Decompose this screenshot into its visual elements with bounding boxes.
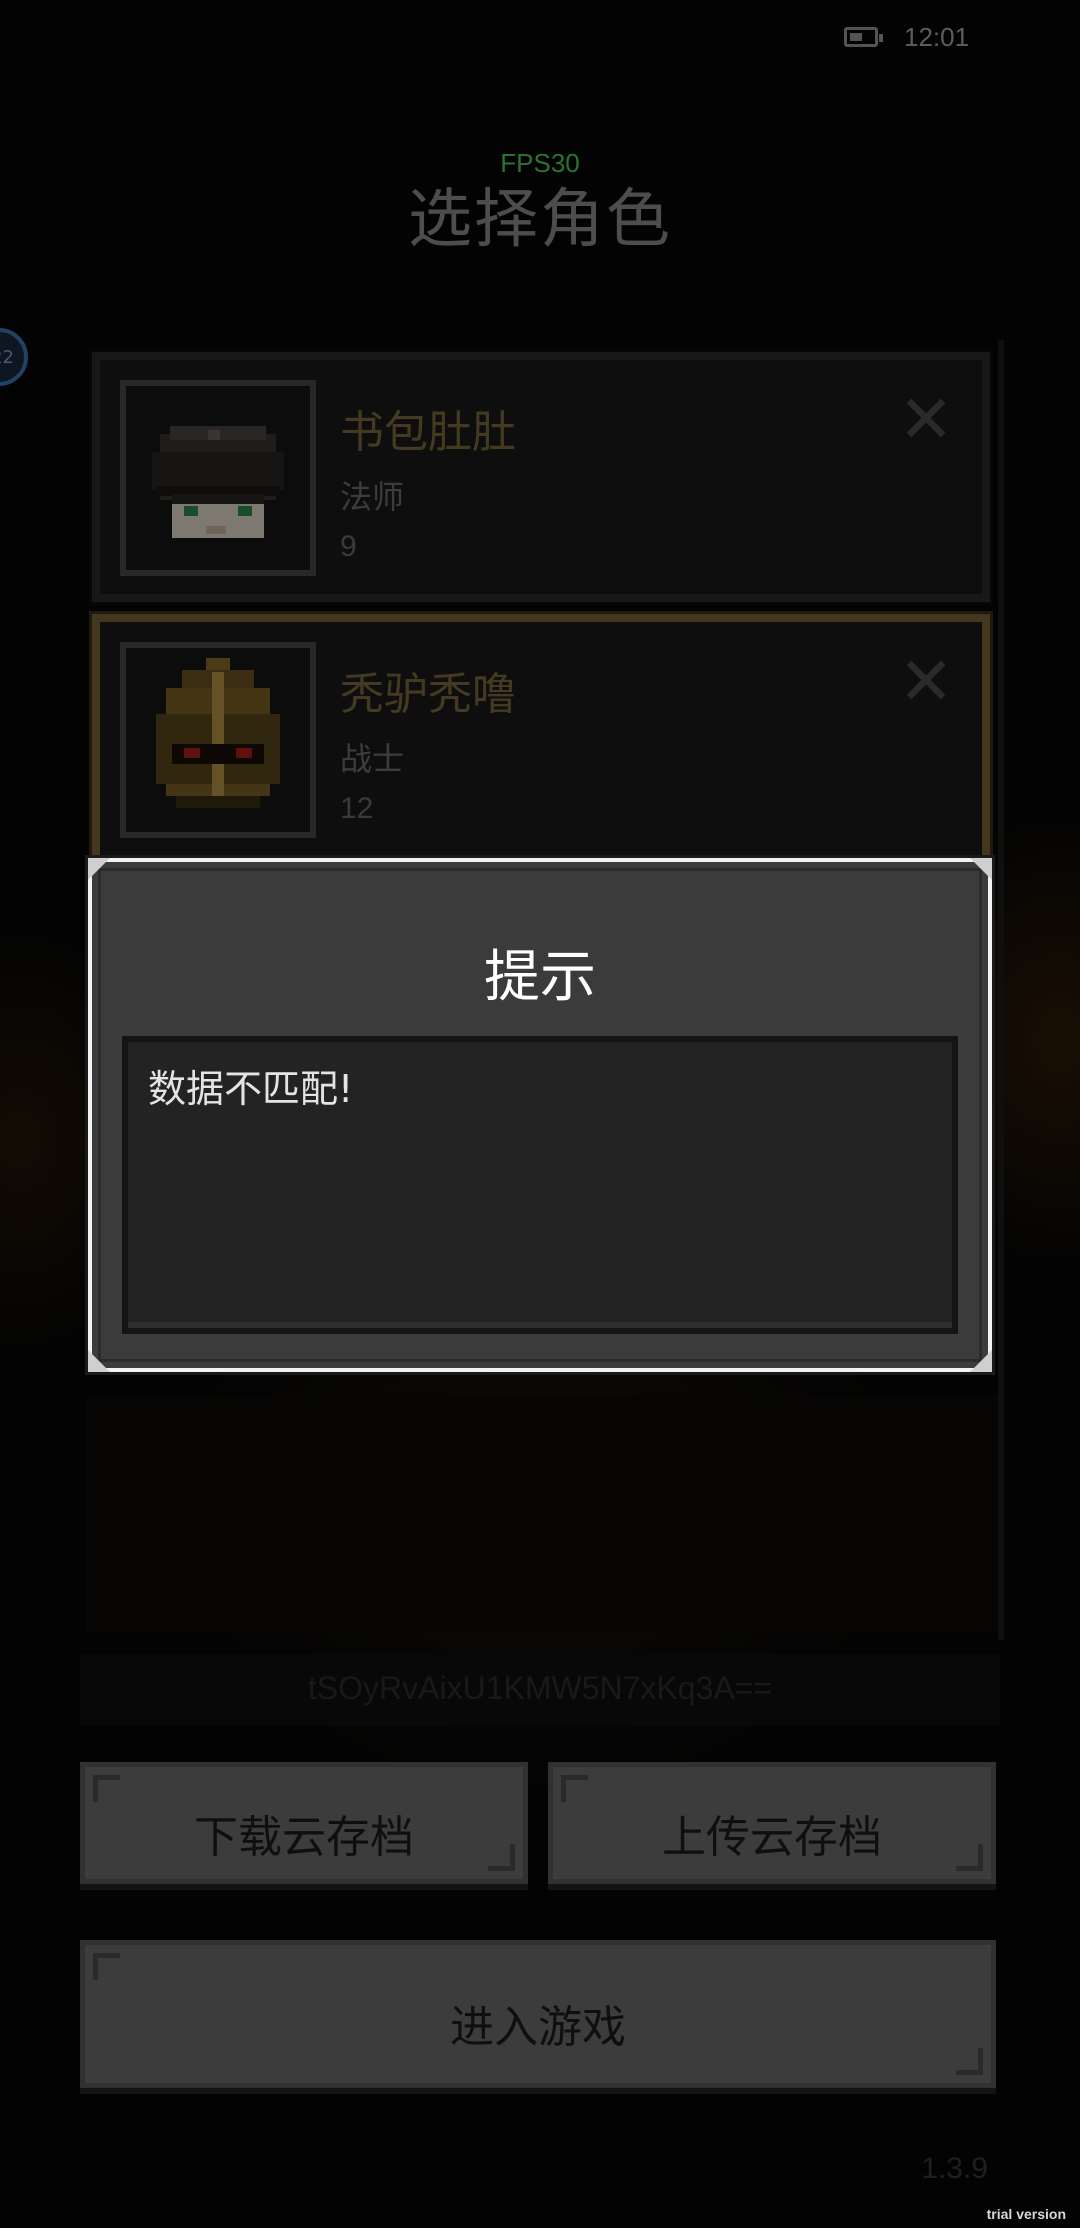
alert-dialog: 提示 数据不匹配!: [88, 858, 992, 1372]
dialog-message: 数据不匹配!: [148, 1067, 354, 1111]
dialog-title: 提示: [484, 945, 596, 1010]
message-box: 数据不匹配!: [122, 1036, 958, 1334]
watermark: trial version: [986, 2206, 1066, 2222]
